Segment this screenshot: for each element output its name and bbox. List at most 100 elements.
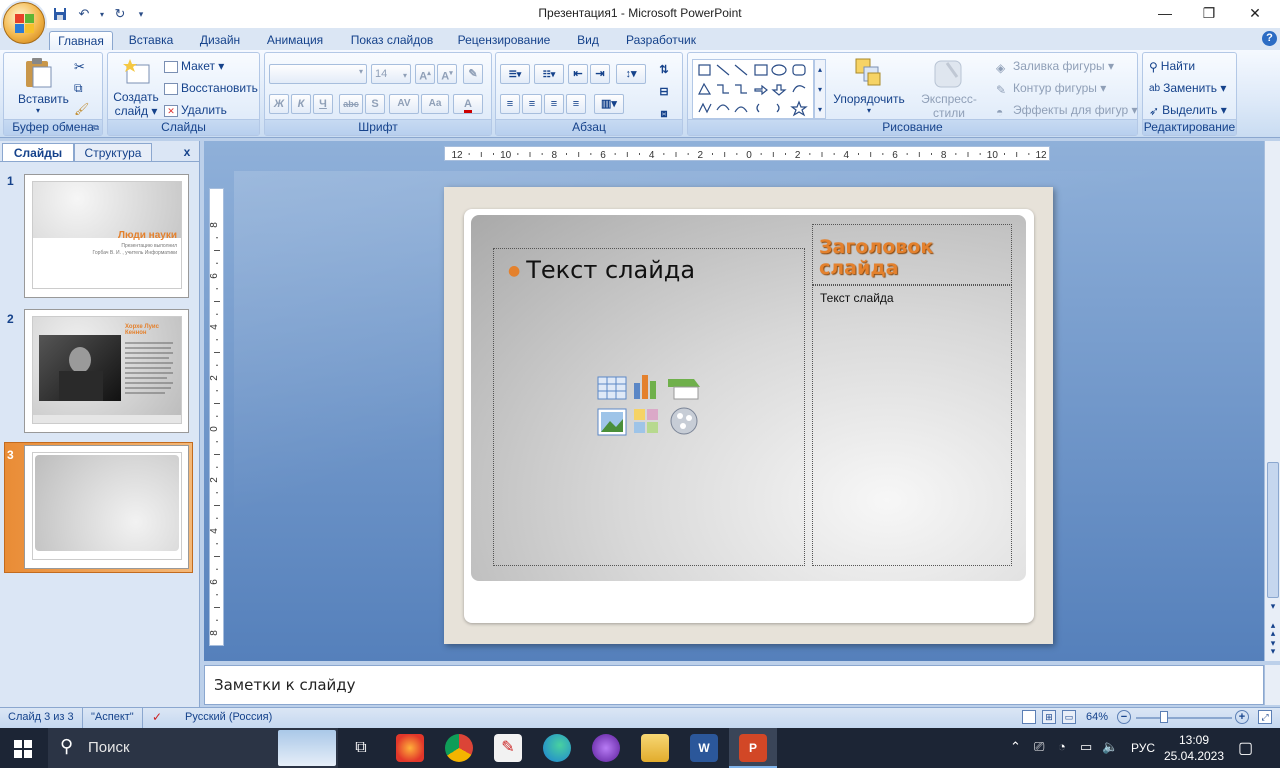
align-left-button[interactable]: ≡ <box>500 94 520 114</box>
grow-font-button[interactable]: A▴ <box>415 64 435 84</box>
shapes-gallery-scroll[interactable]: ▴ ▾ ▾ <box>814 59 826 119</box>
clock-date[interactable]: 25.04.2023 <box>1162 749 1226 763</box>
arrange-button[interactable]: Упорядочить ▾ <box>832 57 906 115</box>
cut-icon[interactable]: ✂ <box>74 59 85 75</box>
firefox-icon[interactable] <box>396 734 424 762</box>
minimize-button[interactable]: — <box>1143 2 1187 26</box>
next-slide-icon[interactable]: ▾ ▾ <box>1266 639 1280 656</box>
slide-thumbnail-1[interactable]: Люди науки Презентацию выполнил Горбач В… <box>24 174 189 298</box>
select-button[interactable]: ➶ Выделить ▾ <box>1149 103 1227 118</box>
tab-outline[interactable]: Структура <box>74 143 152 162</box>
input-language[interactable]: РУС <box>1131 741 1155 755</box>
new-slide-button[interactable]: Создать слайд ▾ <box>112 57 160 118</box>
title-text[interactable]: Заголовок слайда <box>819 237 1009 279</box>
theme-name[interactable]: "Аспект" <box>91 711 134 723</box>
find-button[interactable]: ⚲ Найти <box>1149 59 1195 74</box>
reset-button[interactable]: Восстановить <box>164 81 258 95</box>
text-direction-icon[interactable]: ⇅ <box>652 61 676 81</box>
font-color-button[interactable]: A <box>453 94 483 114</box>
notes-pane[interactable]: Заметки к слайду <box>204 665 1264 705</box>
slide-sorter-icon[interactable]: ⊞ <box>1042 710 1056 724</box>
tab-design[interactable]: Дизайн <box>190 31 250 51</box>
tab-home[interactable]: Главная <box>49 31 113 51</box>
delete-slide-button[interactable]: ✕ Удалить <box>164 103 227 117</box>
zoom-in-icon[interactable]: + <box>1235 710 1249 724</box>
language-indicator[interactable]: Русский (Россия) <box>185 711 272 723</box>
zoom-level[interactable]: 64% <box>1086 711 1108 723</box>
whiteboard-icon[interactable]: ✎ <box>494 734 522 762</box>
increase-indent-button[interactable]: ⇥ <box>590 64 610 84</box>
content-placeholder[interactable]: ● Текст слайда <box>493 248 805 566</box>
volume-icon[interactable]: 🔈 <box>1102 739 1118 755</box>
format-painter-icon[interactable]: 🖌 <box>74 102 89 116</box>
layout-button[interactable]: Макет ▾ <box>164 59 224 73</box>
line-spacing-button[interactable]: ↕▾ <box>616 64 646 84</box>
office-button[interactable] <box>3 2 45 44</box>
replace-button[interactable]: ab Заменить ▾ <box>1149 81 1226 95</box>
notifications-icon[interactable]: ▢ <box>1238 738 1253 758</box>
file-explorer-icon[interactable] <box>641 734 669 762</box>
network-icon[interactable]: ◔ <box>1058 739 1066 754</box>
show-hidden-icons-icon[interactable]: ⌃ <box>1010 739 1021 755</box>
close-button[interactable]: ✕ <box>1233 2 1277 26</box>
word-icon[interactable]: W <box>690 734 718 762</box>
powerpoint-taskbar-active[interactable]: P <box>729 728 777 768</box>
task-view-icon[interactable]: ⧉ <box>347 734 375 762</box>
tab-view[interactable]: Вид <box>568 31 608 51</box>
change-case-button[interactable]: Aa <box>421 94 449 114</box>
numbering-button[interactable]: ☷▾ <box>534 64 564 84</box>
battery-icon[interactable]: ▭ <box>1080 739 1092 755</box>
content-text[interactable]: ● Текст слайда <box>508 256 695 284</box>
char-spacing-button[interactable]: AV <box>389 94 419 114</box>
shape-fill-button[interactable]: ◈ Заливка фигуры ▾ <box>996 59 1114 75</box>
vertical-scrollbar[interactable]: ▾ ▴ ▴ ▾ ▾ <box>1264 141 1280 661</box>
fit-to-window-icon[interactable]: ⤢ <box>1258 710 1272 724</box>
scroll-thumb[interactable] <box>1267 462 1279 598</box>
help-icon[interactable]: ? <box>1262 31 1277 46</box>
font-size-select[interactable]: 14 ▾ <box>371 64 411 84</box>
italic-button[interactable]: К <box>291 94 311 114</box>
zoom-slider[interactable] <box>1136 717 1232 719</box>
justify-button[interactable]: ≡ <box>566 94 586 114</box>
clear-format-button[interactable]: ✎ <box>463 64 483 84</box>
spellcheck-icon[interactable]: ✓ <box>152 710 162 724</box>
slide-thumbnail-2[interactable]: Хорхе Луис Кеннон <box>24 309 189 433</box>
maximize-button[interactable]: ❐ <box>1187 2 1231 26</box>
bold-button[interactable]: Ж <box>269 94 289 114</box>
vertical-ruler[interactable]: 8 6 4 2 0 2 4 6 8 <box>209 188 224 646</box>
decrease-indent-button[interactable]: ⇤ <box>568 64 588 84</box>
shape-outline-button[interactable]: ✎ Контур фигуры ▾ <box>996 81 1106 97</box>
align-center-button[interactable]: ≡ <box>522 94 542 114</box>
align-text-icon[interactable]: ⊟ <box>652 83 676 103</box>
columns-button[interactable]: ▥▾ <box>594 94 624 114</box>
side-text[interactable]: Текст слайда <box>820 291 894 305</box>
underline-button[interactable]: Ч <box>313 94 333 114</box>
scroll-down-icon[interactable]: ▾ <box>1266 601 1280 612</box>
paste-button[interactable]: Вставить ▾ <box>18 57 69 115</box>
shrink-font-button[interactable]: A▾ <box>437 64 457 84</box>
font-name-select[interactable]: ▾ <box>269 64 367 84</box>
tab-insert[interactable]: Вставка <box>120 31 182 51</box>
shadow-button[interactable]: S <box>365 94 385 114</box>
slideshow-view-icon[interactable]: ▭ <box>1062 710 1076 724</box>
copy-icon[interactable]: ⧉ <box>74 81 83 96</box>
clock-time[interactable]: 13:09 <box>1162 733 1226 747</box>
notes-placeholder[interactable]: Заметки к слайду <box>214 676 356 694</box>
notes-scrollbar[interactable] <box>1264 665 1280 705</box>
bullets-button[interactable]: ☰▾ <box>500 64 530 84</box>
tab-animation[interactable]: Анимация <box>258 31 332 51</box>
media-app-icon[interactable] <box>592 734 620 762</box>
zoom-out-icon[interactable]: − <box>1117 710 1131 724</box>
clipboard-launcher-icon[interactable]: ⧉ <box>93 123 99 133</box>
align-right-button[interactable]: ≡ <box>544 94 564 114</box>
edge-icon[interactable] <box>543 734 571 762</box>
side-text-placeholder[interactable]: Текст слайда <box>812 285 1012 566</box>
taskbar-search-box[interactable]: ⚲ Поиск <box>48 728 338 768</box>
shape-effects-button[interactable]: ◓ Эффекты для фигур ▾ <box>996 103 1138 119</box>
meet-now-icon[interactable]: ⎚ <box>1034 739 1044 755</box>
slide-thumbnail-3[interactable] <box>24 445 189 569</box>
normal-view-icon[interactable] <box>1022 710 1036 724</box>
tab-slides[interactable]: Слайды <box>2 143 74 162</box>
strikethrough-button[interactable]: abc <box>339 94 363 114</box>
prev-slide-icon[interactable]: ▴ ▴ <box>1266 621 1280 638</box>
